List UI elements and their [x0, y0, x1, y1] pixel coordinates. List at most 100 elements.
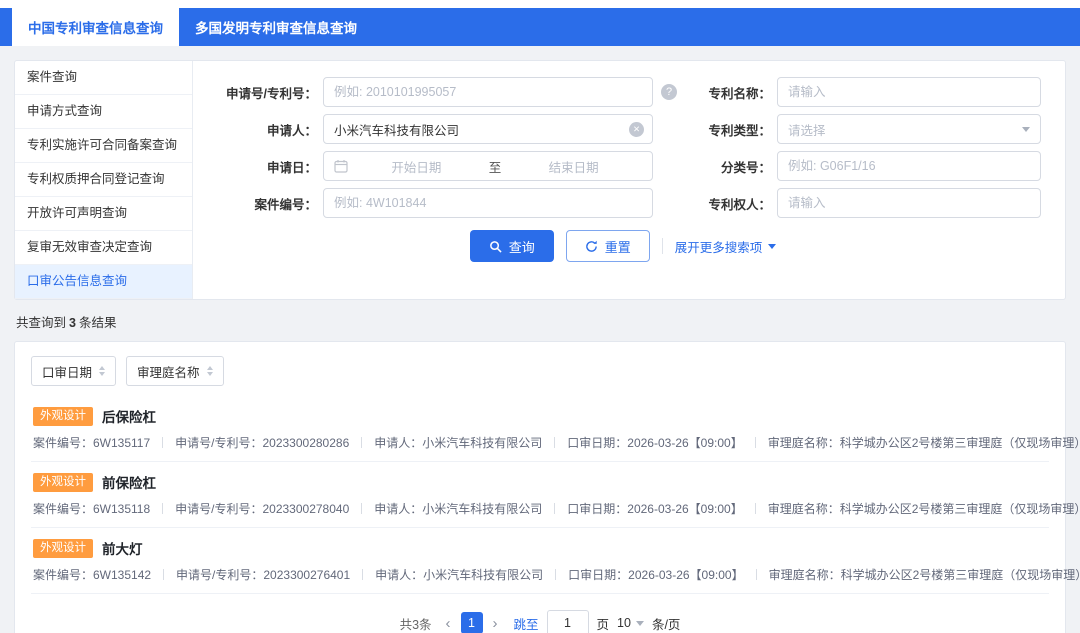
field-separator: [755, 569, 757, 580]
application-no-label: 申请号/专利号：: [226, 86, 317, 101]
application-no: 申请号/专利号：2023300280286: [175, 436, 350, 450]
expand-more-link[interactable]: 展开更多搜索项: [675, 237, 777, 256]
patent-name-field: [777, 77, 1041, 107]
sort-hearing-date-label: 口审日期: [42, 365, 93, 380]
prev-page-button[interactable]: ‹: [444, 616, 453, 631]
field-separator: [555, 569, 557, 580]
patent-type-select[interactable]: 请选择: [777, 114, 1041, 144]
page-size-select[interactable]: 10: [617, 616, 644, 630]
result-title: 前大灯: [102, 542, 143, 557]
result-row[interactable]: 外观设计 后保险杠 案件编号：6W135117 申请号/专利号：20233002…: [31, 396, 1080, 462]
end-date-placeholder[interactable]: 结束日期: [505, 157, 642, 176]
applicant-input[interactable]: [324, 115, 652, 143]
patentee-input[interactable]: [778, 189, 1040, 217]
query-panel: 案件查询 申请方式查询 专利实施许可合同备案查询 专利权质押合同登记查询 开放许…: [14, 60, 1066, 300]
case-no-field: [323, 188, 653, 218]
hearing-date: 口审日期：2026-03-26【09:00】: [568, 568, 744, 582]
patent-type-label: 专利类型：: [708, 123, 771, 138]
summary-prefix: 共查询到: [16, 316, 67, 330]
case-no: 案件编号：6W135117: [33, 436, 151, 450]
field-separator: [163, 569, 165, 580]
class-no-input[interactable]: [778, 152, 1040, 180]
case-no-input[interactable]: [324, 189, 652, 217]
tab-multinational-patent-query[interactable]: 多国发明专利审查信息查询: [179, 8, 373, 46]
case-no: 案件编号：6W135118: [33, 502, 151, 516]
applicant: 申请人：小米汽车科技有限公司: [374, 502, 543, 516]
form-actions: 查询 重置 展开更多搜索项: [205, 230, 1041, 262]
case-no: 案件编号：6W135142: [33, 568, 152, 582]
results-panel: 口审日期 审理庭名称 外观设计 后保险杠 案件编号：6W135117 申请号/专…: [14, 341, 1080, 633]
applicant-field: ✕: [323, 114, 653, 144]
sort-court-name-label: 审理庭名称: [137, 365, 200, 380]
patentee-label: 专利权人：: [708, 197, 771, 212]
reset-button[interactable]: 重置: [565, 230, 650, 262]
patent-type-placeholder: 请选择: [788, 123, 826, 138]
field-separator: [361, 503, 363, 514]
top-strip: [0, 0, 1080, 8]
top-tab-bar: 中国专利审查信息查询 多国发明专利审查信息查询: [0, 8, 1080, 46]
date-range-separator: 至: [488, 160, 502, 175]
sidebar-item-oral-hearing-query[interactable]: 口审公告信息查询: [15, 265, 192, 299]
applicant-label: 申请人：: [266, 123, 317, 138]
tab-china-patent-query[interactable]: 中国专利审查信息查询: [12, 8, 179, 46]
field-separator: [754, 503, 756, 514]
clear-icon[interactable]: ✕: [629, 122, 644, 137]
field-separator: [361, 437, 363, 448]
sidebar-item-license-filing-query[interactable]: 专利实施许可合同备案查询: [15, 129, 192, 163]
help-icon[interactable]: ?: [661, 84, 677, 100]
refresh-icon: [585, 240, 598, 253]
calendar-icon: [334, 159, 348, 173]
design-patent-tag: 外观设计: [33, 406, 93, 426]
page-size-value: 10: [617, 616, 631, 630]
search-icon: [489, 240, 502, 253]
summary-suffix: 条结果: [78, 316, 117, 330]
sidebar-item-open-license-query[interactable]: 开放许可声明查询: [15, 197, 192, 231]
apply-date-range-picker[interactable]: 开始日期 至 结束日期: [323, 151, 653, 181]
sort-by-court-name-button[interactable]: 审理庭名称: [126, 356, 224, 386]
field-separator: [362, 569, 364, 580]
case-no-label: 案件编号：: [254, 197, 317, 212]
search-form: 申请号/专利号： ? 专利名称： 申请人： ✕: [193, 61, 1065, 299]
per-page-unit-label: 条/页: [651, 617, 681, 632]
sidebar-item-case-query[interactable]: 案件查询: [15, 61, 192, 95]
start-date-placeholder[interactable]: 开始日期: [348, 157, 485, 176]
hearing-date: 口审日期：2026-03-26【09:00】: [567, 502, 743, 516]
sort-icon: [206, 366, 213, 376]
result-row[interactable]: 外观设计 前保险杠 案件编号：6W135118 申请号/专利号：20233002…: [31, 462, 1080, 528]
pagination: 共3条 ‹ 1 › 跳至 页 10 条/页: [31, 610, 1049, 633]
jump-page-input[interactable]: [546, 610, 589, 633]
apply-date-label: 申请日：: [266, 160, 317, 175]
sidebar-item-application-mode-query[interactable]: 申请方式查询: [15, 95, 192, 129]
sidebar: 案件查询 申请方式查询 专利实施许可合同备案查询 专利权质押合同登记查询 开放许…: [15, 61, 193, 299]
result-title: 后保险杠: [102, 410, 156, 425]
sidebar-item-reexamination-decision-query[interactable]: 复审无效审查决定查询: [15, 231, 192, 265]
court-name: 审理庭名称：科学城办公区2号楼第三审理庭（仅现场审理）: [768, 568, 1080, 582]
sort-by-hearing-date-button[interactable]: 口审日期: [31, 356, 117, 386]
chevron-down-icon: [1022, 126, 1030, 132]
application-no: 申请号/专利号：2023300278040: [175, 502, 350, 516]
next-page-button[interactable]: ›: [491, 616, 500, 631]
applicant: 申请人：小米汽车科技有限公司: [375, 568, 544, 582]
expand-more-label: 展开更多搜索项: [674, 240, 763, 255]
application-no-field: [323, 77, 653, 107]
class-no-label: 分类号：: [720, 160, 771, 175]
applicant: 申请人：小米汽车科技有限公司: [374, 436, 543, 450]
field-separator: [162, 503, 164, 514]
result-row[interactable]: 外观设计 前大灯 案件编号：6W135142 申请号/专利号：202330027…: [31, 528, 1080, 594]
application-no-input[interactable]: [324, 78, 652, 106]
field-separator: [754, 437, 756, 448]
hearing-date: 口审日期：2026-03-26【09:00】: [567, 436, 743, 450]
search-button[interactable]: 查询: [469, 230, 554, 262]
design-patent-tag: 外观设计: [33, 538, 93, 558]
field-separator: [554, 503, 556, 514]
court-name: 审理庭名称：科学城办公区2号楼第三审理庭（仅现场审理）: [767, 436, 1080, 450]
patent-name-label: 专利名称：: [708, 86, 771, 101]
results-summary: 共查询到 3 条结果: [16, 312, 1064, 331]
sidebar-item-pledge-registration-query[interactable]: 专利权质押合同登记查询: [15, 163, 192, 197]
page-1-button[interactable]: 1: [460, 612, 483, 633]
application-no: 申请号/专利号：2023300276401: [176, 568, 351, 582]
chevron-down-icon: [635, 620, 644, 626]
result-list: 外观设计 后保险杠 案件编号：6W135117 申请号/专利号：20233002…: [31, 396, 1080, 594]
patent-name-input[interactable]: [778, 78, 1040, 106]
summary-count: 3: [69, 316, 76, 330]
